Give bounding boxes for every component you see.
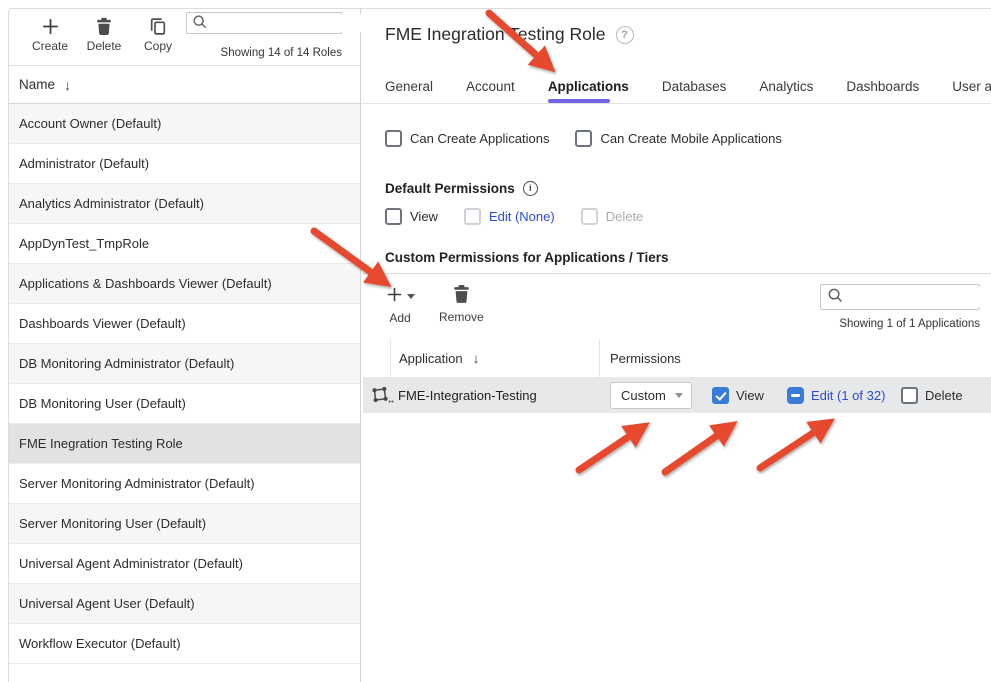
plus-icon (385, 285, 404, 307)
custom-permissions-heading: Custom Permissions for Applications / Ti… (385, 250, 669, 265)
role-row[interactable]: Applications & Dashboards Viewer (Defaul… (9, 264, 360, 304)
role-row[interactable]: Universal Agent Administrator (Default) (9, 544, 360, 584)
chevron-down-icon (675, 393, 683, 398)
create-label: Create (32, 39, 68, 53)
role-admin-screen: { "colors": { "accent_purple": "#7265e2"… (0, 0, 991, 682)
roles-search-input[interactable] (209, 14, 364, 32)
trash-icon (94, 16, 114, 37)
applications-count-text: Showing 1 of 1 Applications (839, 318, 980, 330)
can-create-mobile-applications-checkbox[interactable] (575, 130, 592, 147)
role-row[interactable]: Workflow Executor (Default) (9, 624, 360, 664)
name-column-label: Name (19, 77, 55, 92)
delete-role-button[interactable]: Delete (77, 16, 131, 65)
info-icon[interactable] (523, 181, 538, 196)
roles-count-text: Showing 14 of 14 Roles (221, 47, 342, 59)
row-view-checkbox[interactable] (712, 387, 729, 404)
can-create-applications-checkbox[interactable] (385, 130, 402, 147)
default-permissions-heading: Default Permissions (385, 181, 515, 196)
tab-general[interactable]: General (385, 79, 433, 94)
help-icon[interactable] (616, 26, 634, 44)
application-topology-icon (370, 377, 394, 413)
role-row[interactable]: Administrator (Default) (9, 144, 360, 184)
tab-user-accounts[interactable]: User a (952, 79, 991, 94)
permission-mode-value: Custom (621, 388, 666, 403)
remove-label: Remove (439, 310, 484, 324)
role-row[interactable]: Universal Agent User (Default) (9, 584, 360, 624)
applications-search-input[interactable] (845, 287, 991, 307)
copy-label: Copy (144, 39, 172, 53)
plus-icon (40, 16, 61, 37)
default-view-label: View (410, 209, 438, 224)
trash-icon (451, 283, 472, 308)
role-detail-panel: FME Inegration Testing Role General Acco… (361, 8, 991, 682)
delete-label: Delete (87, 39, 122, 53)
default-view-checkbox[interactable] (385, 208, 402, 225)
default-delete-checkbox[interactable] (581, 208, 598, 225)
row-edit-checkbox[interactable] (787, 387, 804, 404)
role-row[interactable]: Dashboards Viewer (Default) (9, 304, 360, 344)
permissions-column-label: Permissions (610, 351, 681, 366)
tab-databases[interactable]: Databases (662, 79, 727, 94)
can-create-applications-label: Can Create Applications (410, 131, 549, 146)
roles-toolbar: Create Delete Copy Showing 14 of 14 Role… (9, 9, 360, 66)
remove-application-button[interactable]: Remove (439, 283, 484, 324)
copy-icon (148, 16, 168, 37)
applications-search-box (820, 284, 980, 310)
roles-list-header[interactable]: Name (9, 66, 360, 104)
default-edit-checkbox[interactable] (464, 208, 481, 225)
row-delete-checkbox[interactable] (901, 387, 918, 404)
custom-permissions-section: Add Remove Showing 1 of 1 Applications A… (363, 273, 991, 682)
tab-analytics[interactable]: Analytics (759, 79, 813, 94)
roles-list: Account Owner (Default) Administrator (D… (9, 104, 360, 664)
add-application-button[interactable]: Add (385, 286, 415, 325)
application-column-label[interactable]: Application (399, 351, 463, 366)
tab-bar: General Account Applications Databases A… (361, 69, 991, 104)
chevron-down-icon (407, 294, 415, 299)
role-row[interactable]: Analytics Administrator (Default) (9, 184, 360, 224)
create-role-button[interactable]: Create (23, 16, 77, 65)
page-title: FME Inegration Testing Role (385, 24, 606, 45)
role-row[interactable]: Account Owner (Default) (9, 104, 360, 144)
tab-dashboards[interactable]: Dashboards (846, 79, 919, 94)
default-edit-label[interactable]: Edit (None) (489, 209, 555, 224)
search-icon (191, 13, 209, 34)
sort-descending-icon (473, 350, 480, 366)
row-delete-label: Delete (925, 388, 963, 403)
permission-mode-dropdown[interactable]: Custom (610, 382, 692, 409)
role-row[interactable]: AppDynTest_TmpRole (9, 224, 360, 264)
search-icon (826, 286, 845, 308)
tab-applications[interactable]: Applications (548, 79, 629, 94)
roles-search-box (186, 12, 342, 34)
role-row[interactable]: Server Monitoring User (Default) (9, 504, 360, 544)
role-row[interactable]: DB Monitoring Administrator (Default) (9, 344, 360, 384)
applications-table-header: Application Permissions (363, 339, 991, 377)
roles-panel: Create Delete Copy Showing 14 of 14 Role… (8, 8, 361, 682)
role-row[interactable]: DB Monitoring User (Default) (9, 384, 360, 424)
role-row[interactable]: Server Monitoring Administrator (Default… (9, 464, 360, 504)
can-create-mobile-applications-label: Can Create Mobile Applications (600, 131, 781, 146)
tab-account[interactable]: Account (466, 79, 515, 94)
default-delete-label: Delete (606, 209, 644, 224)
role-row-selected[interactable]: FME Inegration Testing Role (9, 424, 360, 464)
add-label: Add (389, 311, 410, 325)
application-name: FME-Integration-Testing (398, 377, 537, 413)
row-view-label: View (736, 388, 764, 403)
row-edit-label[interactable]: Edit (1 of 32) (811, 388, 885, 403)
copy-role-button[interactable]: Copy (131, 16, 185, 65)
sort-descending-icon (64, 77, 71, 93)
application-table-row[interactable]: FME-Integration-Testing Custom View Edit… (363, 377, 991, 413)
